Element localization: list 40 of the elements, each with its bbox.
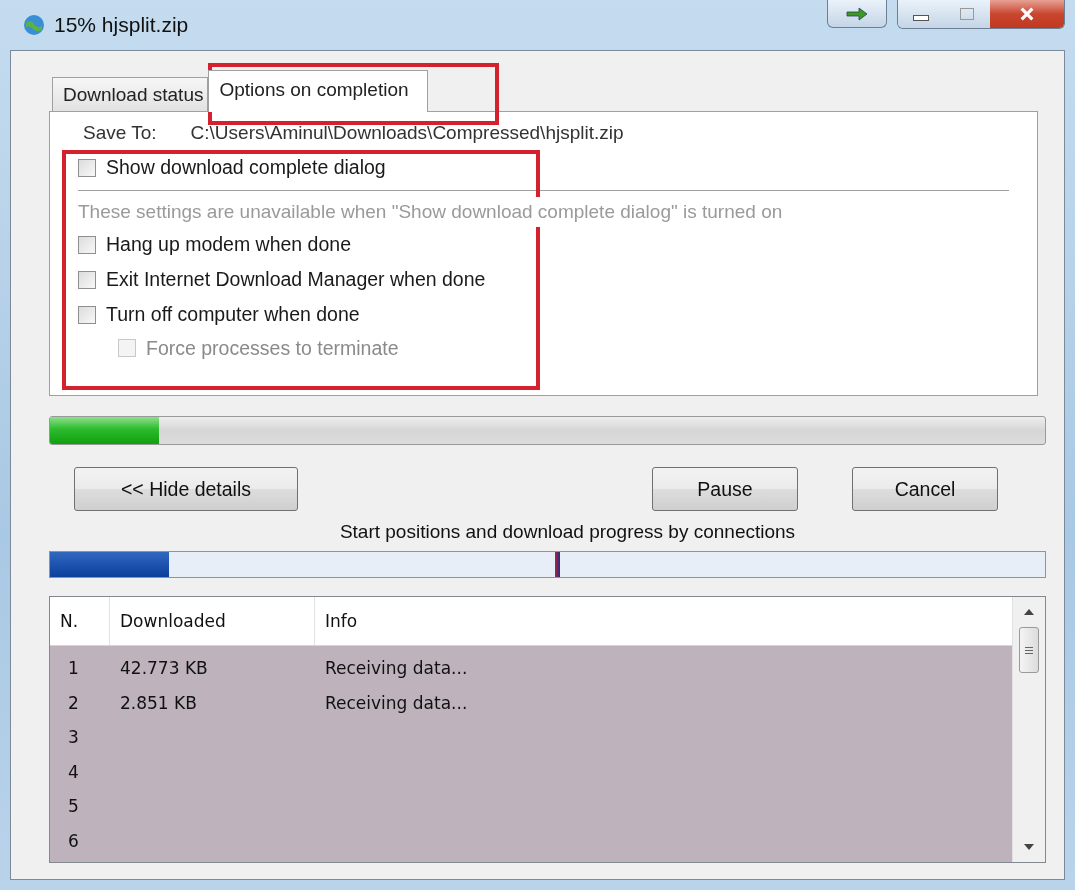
save-to-label: Save To: xyxy=(83,122,157,144)
table-cell-text: 4 xyxy=(67,761,80,782)
table-cell-text: 6 xyxy=(67,830,80,851)
checkbox[interactable] xyxy=(78,270,96,289)
checkbox-label: Force processes to terminate xyxy=(146,336,399,360)
tab[interactable]: Options on completion xyxy=(208,70,428,112)
column-header[interactable]: Downloaded xyxy=(110,597,315,645)
hide-details-button[interactable]: << Hide details xyxy=(74,467,298,511)
checkbox-label: Show download complete dialog xyxy=(106,156,386,179)
column-header[interactable]: N. xyxy=(50,597,110,645)
table-cell-text: 2 xyxy=(67,692,80,713)
arrow-button[interactable] xyxy=(827,0,887,28)
window-title: 15% hjsplit.zip xyxy=(54,13,189,37)
table-cell: 42.773 KB xyxy=(120,658,208,679)
close-icon xyxy=(1019,6,1035,22)
cancel-button[interactable]: Cancel xyxy=(852,467,998,511)
checkbox-label: Exit Internet Download Manager when done xyxy=(106,268,486,291)
table-cell: Receiving data... xyxy=(325,692,468,713)
checkbox[interactable] xyxy=(78,235,96,254)
minimize-button[interactable] xyxy=(898,0,944,28)
connections-caption: Start positions and download progress by connections xyxy=(338,521,797,543)
table-cell: Receiving data... xyxy=(325,658,468,679)
checkbox[interactable] xyxy=(78,305,96,324)
arrow-icon xyxy=(844,6,870,21)
tab[interactable]: Download status xyxy=(52,77,209,111)
scroll-thumb[interactable] xyxy=(1019,627,1039,673)
table-cell-text: 1 xyxy=(67,658,80,679)
close-button[interactable] xyxy=(990,0,1064,28)
pause-button[interactable]: Pause xyxy=(652,467,798,511)
checkbox[interactable] xyxy=(78,158,96,177)
save-path: C:\Users\Aminul\Downloads\Compressed\hjsplit.zip xyxy=(190,122,624,144)
scroll-down-icon xyxy=(1024,844,1034,850)
globe-icon xyxy=(22,13,46,37)
table-cell: 2.851 KB xyxy=(120,692,197,713)
checkbox-label: Turn off computer when done xyxy=(106,303,360,326)
table-cell-text: 3 xyxy=(67,727,80,748)
checkbox-label: Hang up modem when done xyxy=(106,233,351,256)
column-header[interactable]: Info xyxy=(315,597,1012,645)
table-cell-text: 5 xyxy=(67,796,80,817)
scroll-up-icon xyxy=(1024,609,1034,615)
